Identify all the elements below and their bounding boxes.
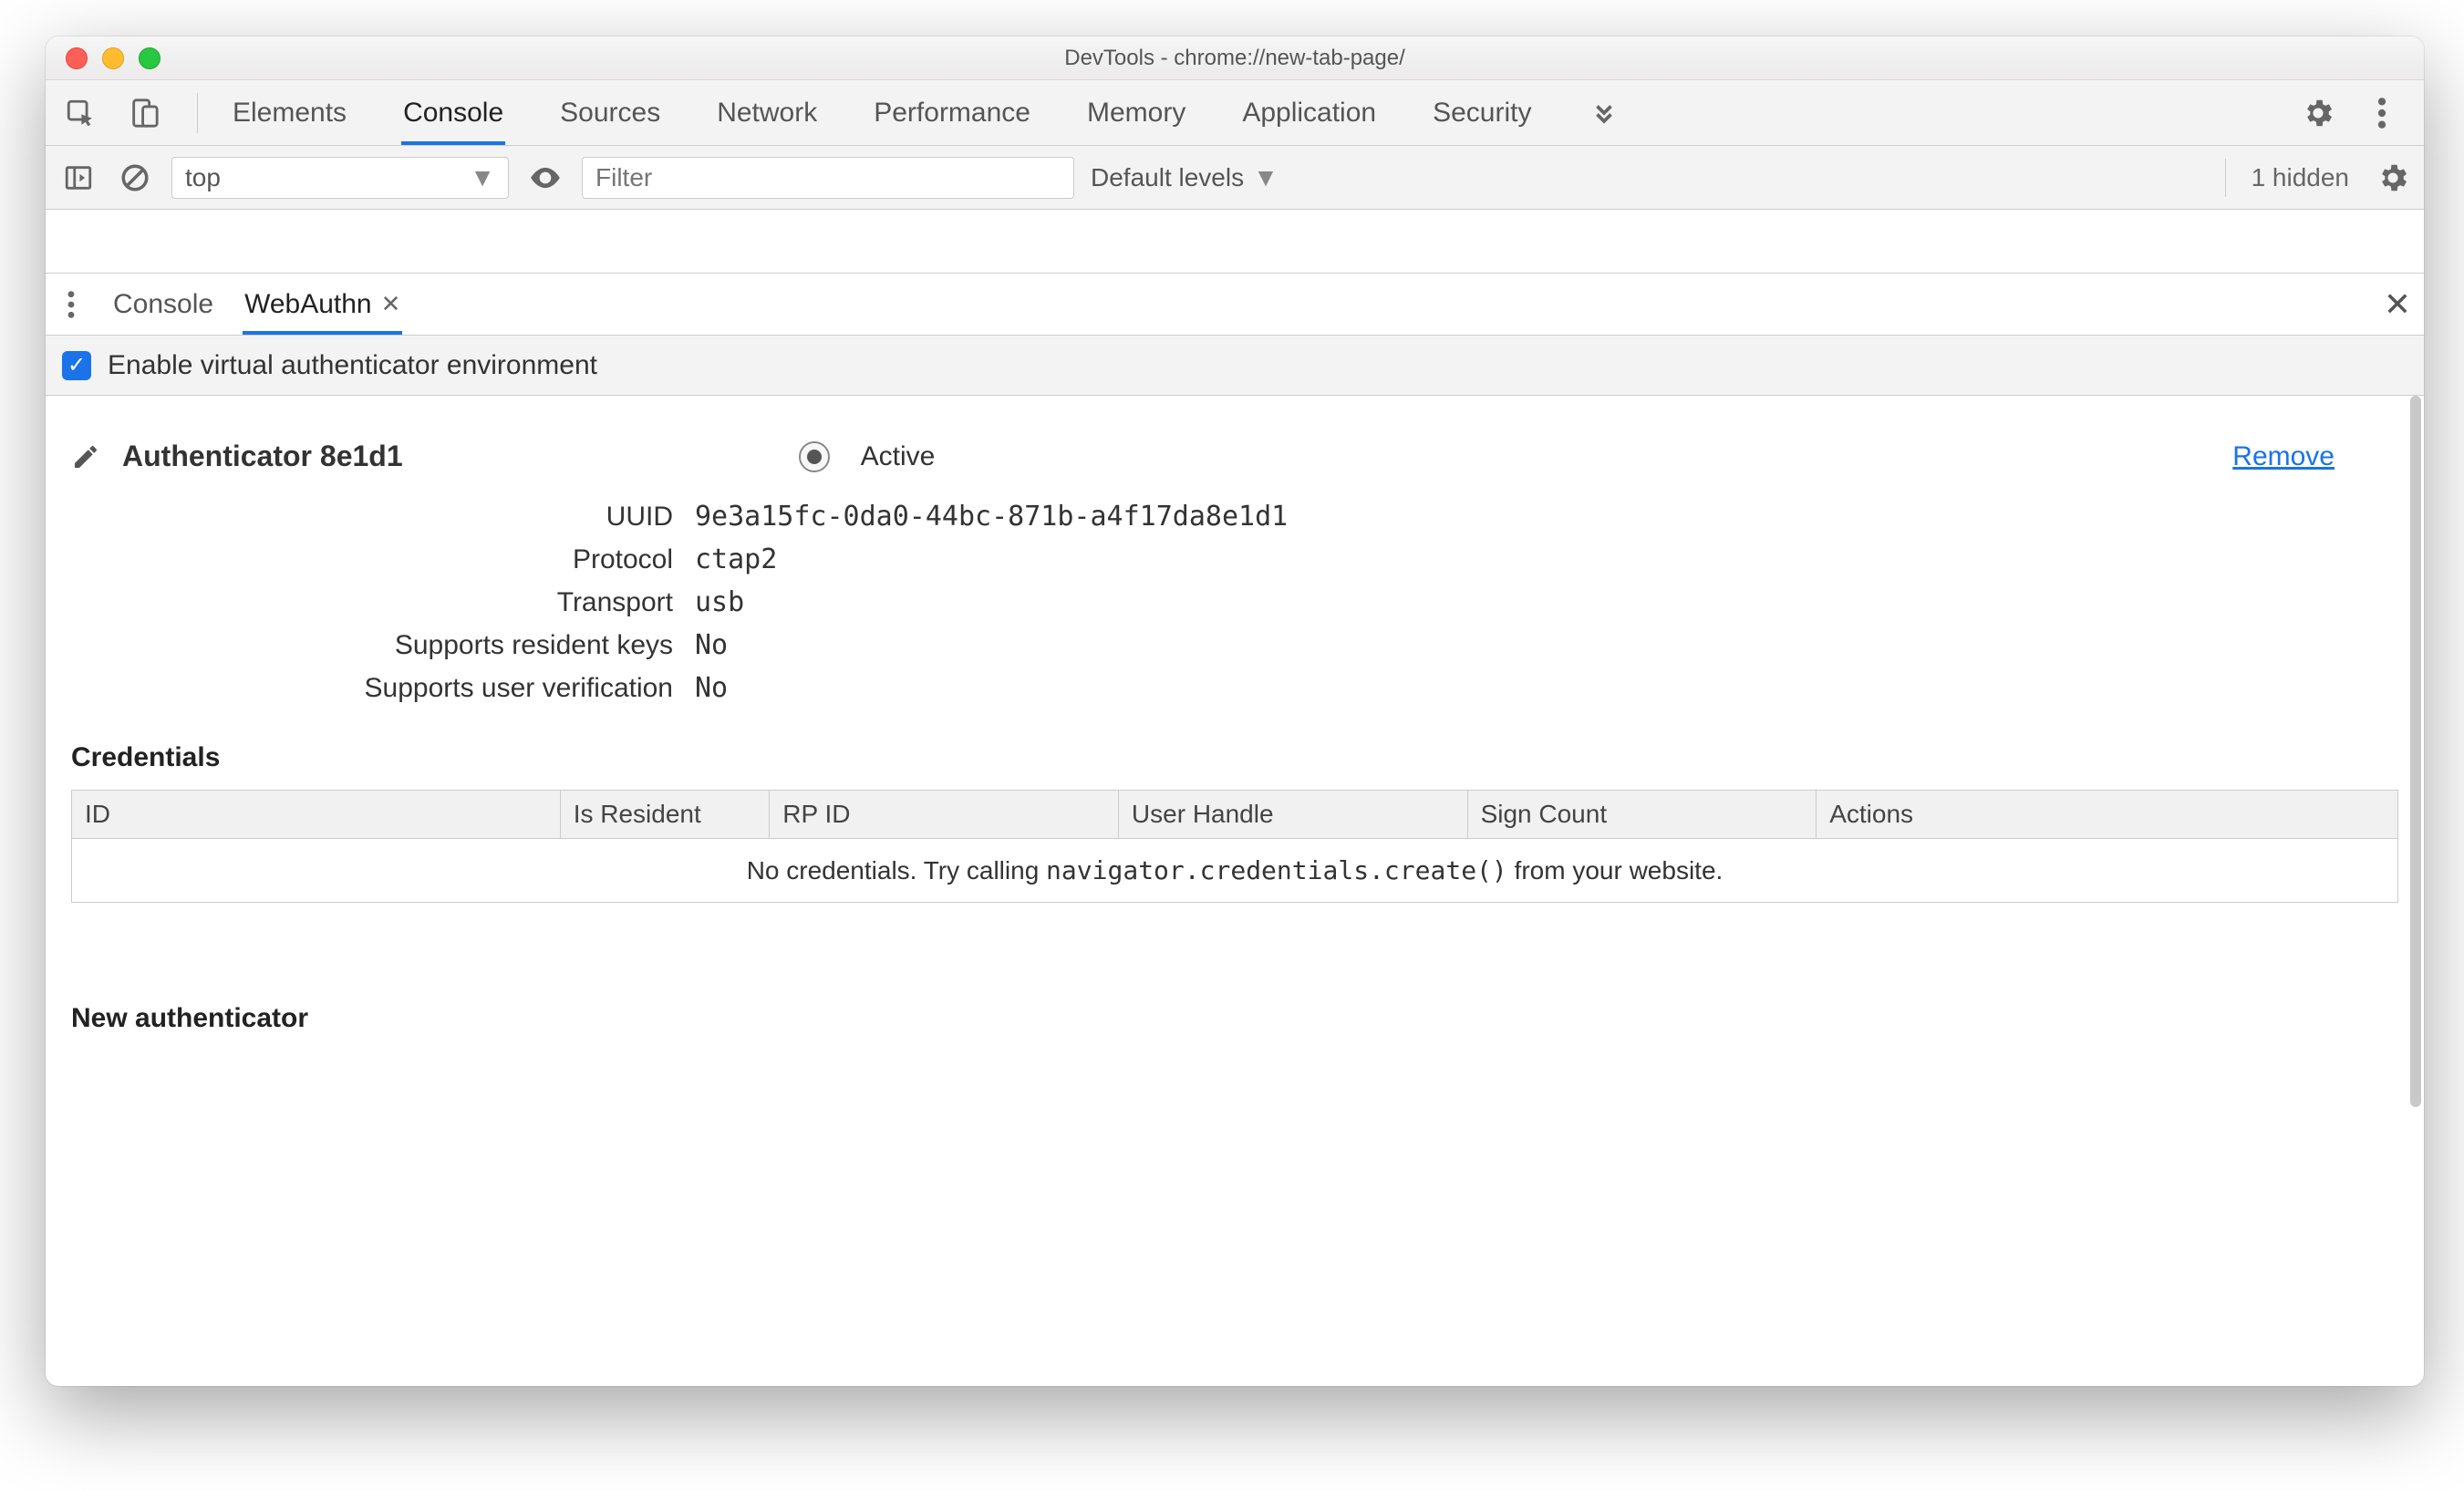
srk-label: Supports resident keys <box>71 630 673 661</box>
tab-application[interactable]: Application <box>1240 81 1378 145</box>
tab-security[interactable]: Security <box>1431 81 1533 145</box>
remove-link[interactable]: Remove <box>2232 441 2335 472</box>
kebab-menu-icon[interactable] <box>2364 95 2400 131</box>
transport-value: usb <box>695 586 744 618</box>
drawer-tab-label: WebAuthn <box>244 289 372 320</box>
tab-performance[interactable]: Performance <box>872 81 1032 145</box>
inspect-element-icon[interactable] <box>60 93 100 133</box>
chevron-down-icon: ▼ <box>1253 163 1279 192</box>
console-messages-area <box>46 210 2424 274</box>
transport-label: Transport <box>71 587 673 618</box>
live-expression-eye-icon[interactable] <box>525 158 565 198</box>
window-title: DevTools - chrome://new-tab-page/ <box>46 46 2424 71</box>
protocol-label: Protocol <box>71 544 673 575</box>
devtools-window: DevTools - chrome://new-tab-page/ Elemen… <box>46 36 2424 1386</box>
drawer-kebab-icon[interactable] <box>58 286 84 323</box>
chevron-down-icon: ▼ <box>470 163 495 192</box>
col-id: ID <box>72 791 561 839</box>
credentials-empty-row: No credentials. Try calling navigator.cr… <box>72 839 2398 903</box>
context-value: top <box>185 163 221 192</box>
levels-label: Default levels <box>1091 163 1244 192</box>
authenticator-header: Authenticator 8e1d1 Active Remove <box>46 396 2424 495</box>
divider <box>2225 159 2226 197</box>
execution-context-select[interactable]: top ▼ <box>171 157 509 199</box>
col-userhandle: User Handle <box>1118 791 1467 839</box>
settings-gear-icon[interactable] <box>2300 95 2336 131</box>
webauthn-panel: Authenticator 8e1d1 Active Remove UUID 9e… <box>46 396 2424 1386</box>
divider <box>197 93 198 133</box>
close-window-button[interactable] <box>66 47 88 69</box>
zoom-window-button[interactable] <box>139 47 160 69</box>
enable-virtual-auth-checkbox[interactable]: ✓ <box>62 351 91 380</box>
enable-bar: ✓ Enable virtual authenticator environme… <box>46 336 2424 396</box>
console-toolbar: top ▼ Default levels ▼ 1 hidden <box>46 146 2424 210</box>
credentials-heading: Credentials <box>46 709 2424 790</box>
titlebar: DevTools - chrome://new-tab-page/ <box>46 36 2424 80</box>
authenticator-title: Authenticator 8e1d1 <box>122 440 403 473</box>
close-drawer-icon[interactable]: ✕ <box>2384 285 2411 324</box>
suv-value: No <box>695 672 728 704</box>
col-signcount: Sign Count <box>1467 791 1817 839</box>
tab-console[interactable]: Console <box>401 81 505 145</box>
filter-input[interactable] <box>582 157 1074 199</box>
credentials-table: ID Is Resident RP ID User Handle Sign Co… <box>71 790 2398 903</box>
clear-console-icon[interactable] <box>115 158 155 198</box>
empty-post: from your website. <box>1507 856 1724 885</box>
protocol-value: ctap2 <box>695 543 777 575</box>
col-actions: Actions <box>1817 791 2398 839</box>
active-label: Active <box>861 441 936 472</box>
more-tabs-icon[interactable] <box>1586 95 1622 131</box>
col-isresident: Is Resident <box>560 791 770 839</box>
active-radio[interactable] <box>799 441 830 472</box>
uuid-value: 9e3a15fc-0da0-44bc-871b-a4f17da8e1d1 <box>695 501 1288 533</box>
empty-code: navigator.credentials.create() <box>1046 855 1507 885</box>
console-settings-gear-icon[interactable] <box>2375 160 2411 196</box>
new-authenticator-heading: New authenticator <box>46 903 2424 1050</box>
col-rpid: RP ID <box>770 791 1119 839</box>
drawer-tab-console[interactable]: Console <box>111 274 215 335</box>
sidebar-toggle-icon[interactable] <box>58 158 98 198</box>
empty-pre: No credentials. Try calling <box>747 856 1046 885</box>
main-tabstrip: Elements Console Sources Network Perform… <box>46 80 2424 146</box>
log-levels-select[interactable]: Default levels ▼ <box>1091 163 1279 192</box>
minimize-window-button[interactable] <box>102 47 124 69</box>
hidden-count[interactable]: 1 hidden <box>2252 163 2349 192</box>
tab-sources[interactable]: Sources <box>558 81 662 145</box>
suv-label: Supports user verification <box>71 673 673 704</box>
window-controls <box>66 47 160 69</box>
drawer-tabstrip: Console WebAuthn ✕ ✕ <box>46 274 2424 336</box>
edit-pencil-icon[interactable] <box>71 442 100 471</box>
scrollbar[interactable] <box>2407 396 2424 1198</box>
tab-elements[interactable]: Elements <box>231 81 348 145</box>
device-toolbar-icon[interactable] <box>124 93 164 133</box>
srk-value: No <box>695 629 728 661</box>
uuid-label: UUID <box>71 502 673 533</box>
tab-memory[interactable]: Memory <box>1085 81 1187 145</box>
drawer-tab-webauthn[interactable]: WebAuthn ✕ <box>243 274 402 335</box>
close-tab-icon[interactable]: ✕ <box>381 290 401 318</box>
main-tabs: Elements Console Sources Network Perform… <box>231 81 2300 145</box>
tab-network[interactable]: Network <box>715 81 819 145</box>
enable-label: Enable virtual authenticator environment <box>108 350 597 381</box>
